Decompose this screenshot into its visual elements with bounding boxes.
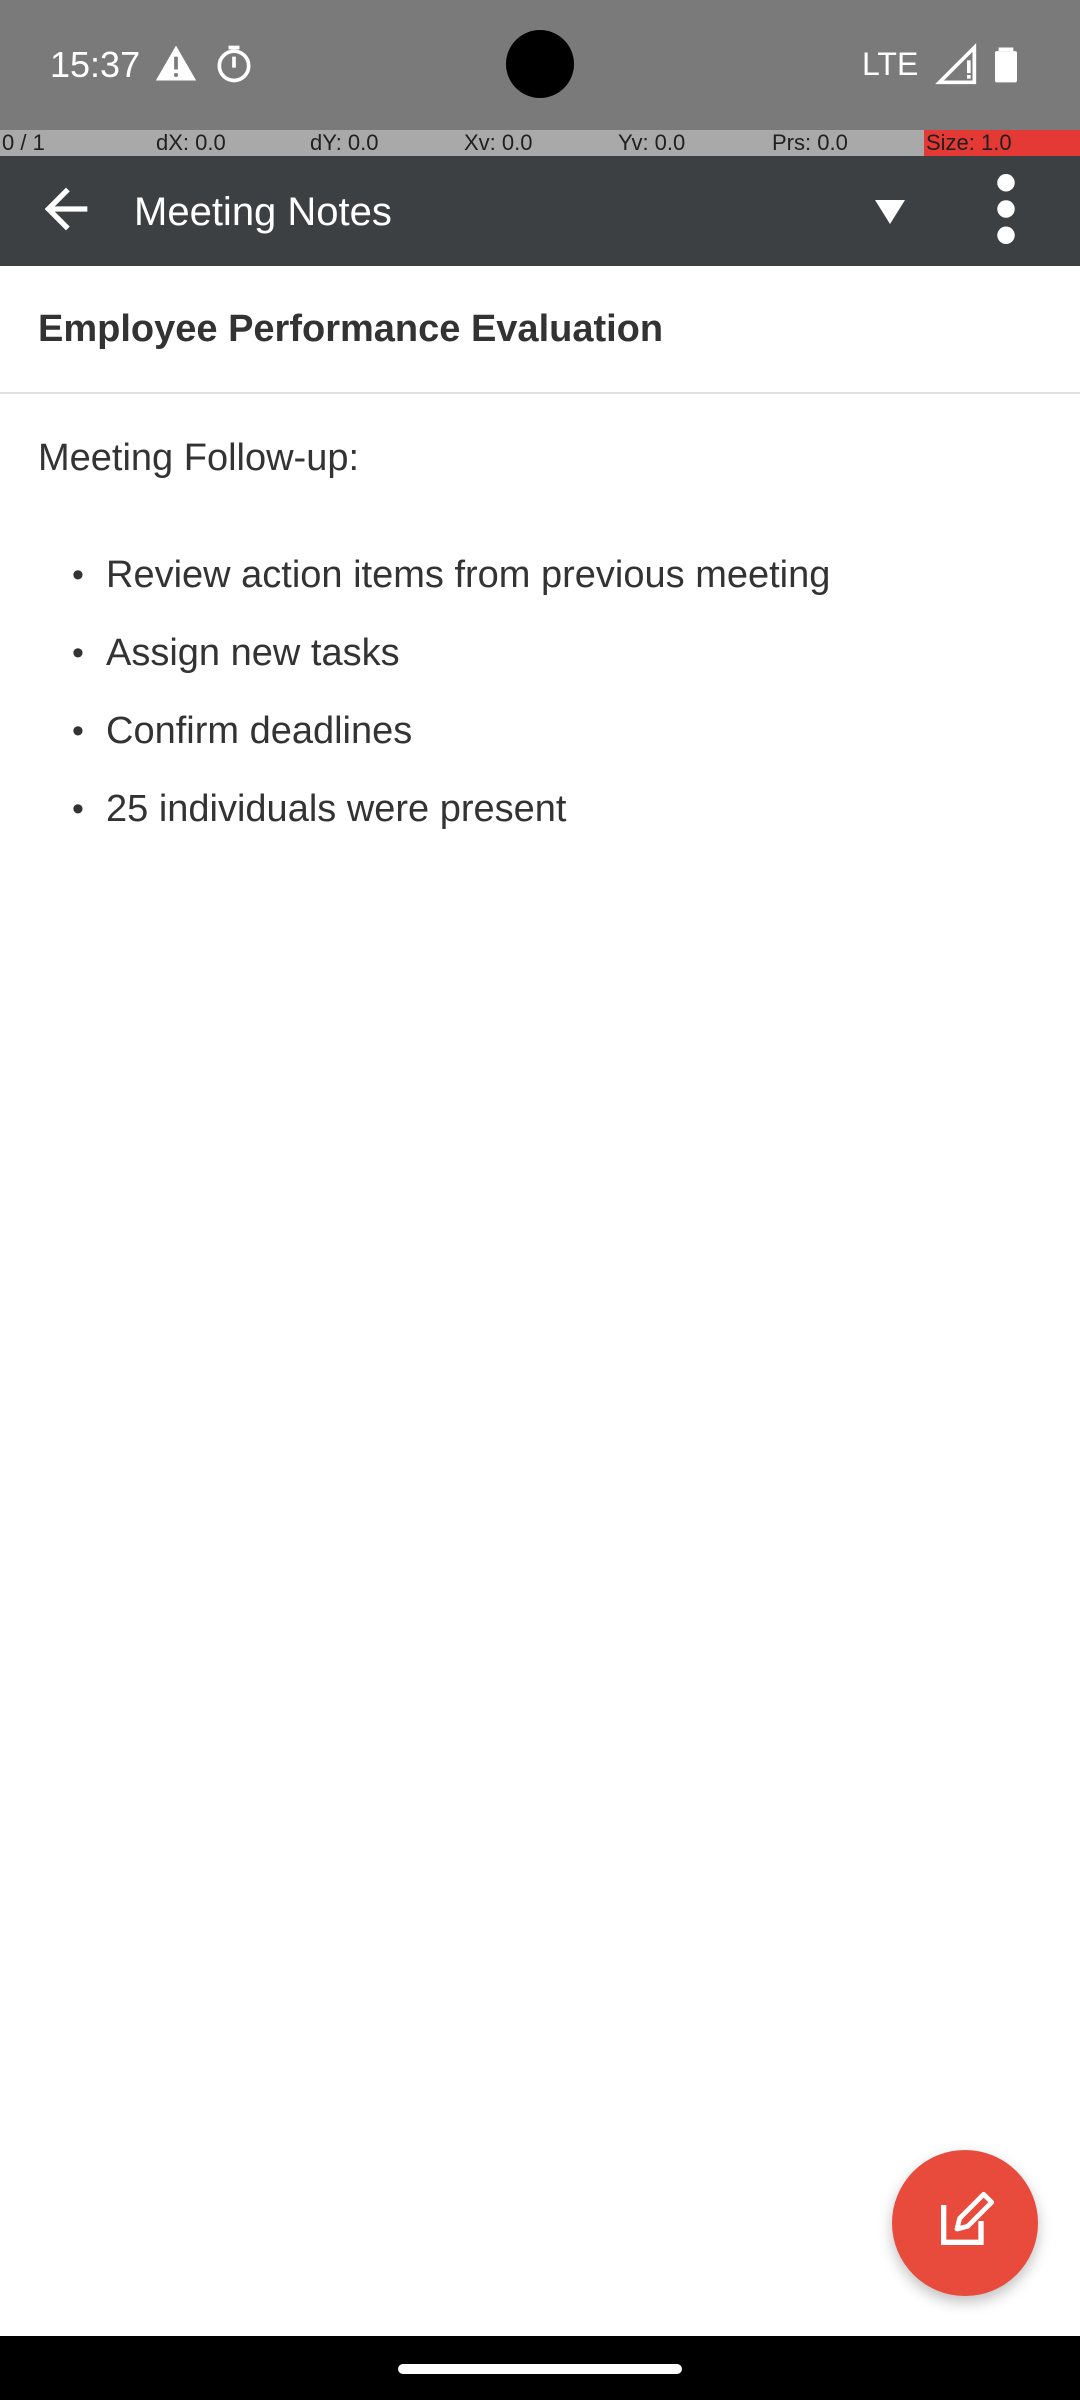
timer-icon	[212, 42, 256, 86]
camera-cutout	[506, 30, 574, 98]
list-item: • Assign new tasks	[72, 614, 1052, 692]
debug-pointer-count: 0 / 1	[2, 130, 45, 155]
list-item-text: Assign new tasks	[106, 631, 400, 674]
title-divider	[0, 392, 1080, 394]
debug-pressure: Prs: 0.0	[772, 130, 848, 155]
debug-size: Size: 1.0	[924, 130, 1080, 156]
note-category-selector[interactable]: Meeting Notes	[134, 172, 910, 252]
debug-dy: dY: 0.0	[310, 130, 379, 155]
app-toolbar: Meeting Notes	[0, 156, 1080, 266]
list-item-text: Review action items from previous meetin…	[106, 553, 831, 596]
more-vert-icon	[994, 173, 1018, 249]
note-content[interactable]: Employee Performance Evaluation Meeting …	[0, 266, 1080, 2336]
debug-dx: dX: 0.0	[156, 130, 226, 155]
note-title[interactable]: Employee Performance Evaluation	[38, 266, 1038, 392]
bullet-list: • Review action items from previous meet…	[72, 536, 1052, 848]
system-nav-bar	[0, 2336, 1080, 2400]
battery-icon	[984, 42, 1028, 86]
status-time: 15:37	[50, 44, 141, 85]
debug-xv: Xv: 0.0	[464, 130, 533, 155]
more-options-button[interactable]	[936, 156, 1076, 266]
signal-icon	[934, 42, 978, 86]
bullet-dot: •	[72, 712, 84, 750]
debug-yv: Yv: 0.0	[618, 130, 686, 155]
home-gesture-handle[interactable]	[398, 2364, 682, 2374]
list-item-text: Confirm deadlines	[106, 709, 413, 752]
section-heading: Meeting Follow-up:	[38, 436, 360, 479]
toolbar-title: Meeting Notes	[134, 189, 392, 234]
list-item: • 25 individuals were present	[72, 770, 1052, 848]
edit-note-icon	[933, 2189, 997, 2258]
triangle-down-icon	[870, 182, 910, 242]
network-type-label: LTE	[862, 46, 919, 82]
list-item: • Confirm deadlines	[72, 692, 1052, 770]
status-bar: 15:37 LTE	[0, 0, 1080, 130]
warning-icon	[154, 42, 198, 86]
bullet-dot: •	[72, 790, 84, 828]
pointer-debug-bar: 0 / 1 dX: 0.0 dY: 0.0 Xv: 0.0 Yv: 0.0 Pr…	[0, 130, 1080, 156]
list-item-text: 25 individuals were present	[106, 787, 567, 830]
list-item: • Review action items from previous meet…	[72, 536, 1052, 614]
edit-note-button[interactable]	[892, 2150, 1038, 2296]
back-button[interactable]	[24, 169, 108, 253]
arrow-left-icon	[34, 177, 98, 246]
bullet-dot: •	[72, 556, 84, 594]
bullet-dot: •	[72, 634, 84, 672]
